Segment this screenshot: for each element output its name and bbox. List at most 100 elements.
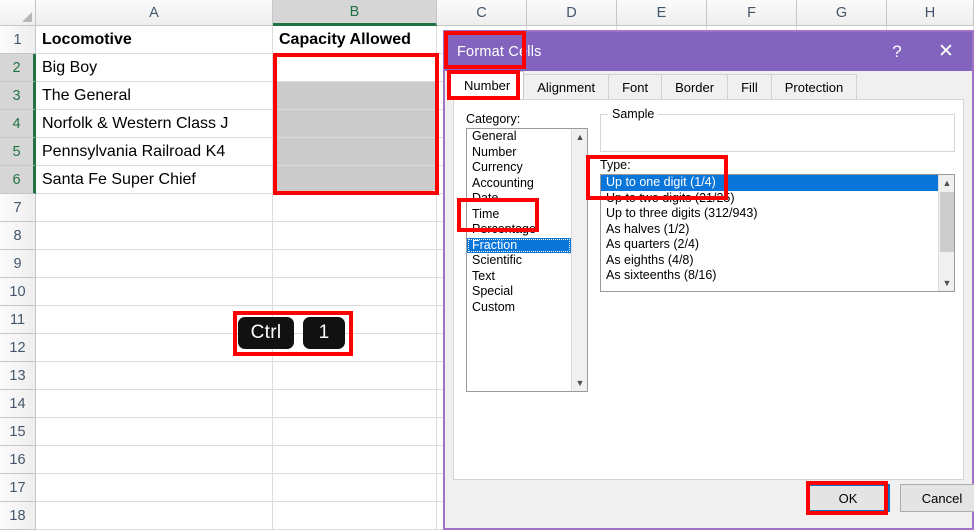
- cell-A8[interactable]: [36, 222, 273, 250]
- tab-alignment[interactable]: Alignment: [523, 74, 610, 99]
- cell-A17[interactable]: [36, 474, 273, 502]
- type-item[interactable]: As sixteenths (8/16): [601, 268, 938, 284]
- select-all-triangle-icon: [22, 12, 32, 22]
- row-header-17[interactable]: 17: [0, 474, 36, 502]
- type-scrollbar[interactable]: ▲ ▼: [938, 175, 954, 291]
- row-header-3[interactable]: 3: [0, 82, 36, 110]
- cancel-button[interactable]: Cancel: [900, 484, 974, 512]
- category-item-special[interactable]: Special: [467, 284, 571, 300]
- fill-handle[interactable]: [433, 190, 439, 196]
- row-header-9[interactable]: 9: [0, 250, 36, 278]
- close-icon[interactable]: ✕: [920, 32, 972, 71]
- type-item[interactable]: Up to three digits (312/943): [601, 206, 938, 222]
- row-header-14[interactable]: 14: [0, 390, 36, 418]
- cell-A18[interactable]: [36, 502, 273, 530]
- tab-number[interactable]: Number: [450, 71, 525, 99]
- category-label: Category:: [466, 112, 521, 126]
- category-item-text[interactable]: Text: [467, 269, 571, 285]
- category-item-general[interactable]: General: [467, 129, 571, 145]
- type-items: Up to one digit (1/4) Up to two digits (2…: [601, 175, 938, 291]
- row-header-2[interactable]: 2: [0, 54, 36, 82]
- type-listbox[interactable]: Up to one digit (1/4) Up to two digits (2…: [600, 174, 955, 292]
- row-header-7[interactable]: 7: [0, 194, 36, 222]
- type-item[interactable]: As halves (1/2): [601, 222, 938, 238]
- type-item[interactable]: Up to two digits (21/25): [601, 191, 938, 207]
- row-header-5[interactable]: 5: [0, 138, 36, 166]
- dialog-tabs: Number Alignment Font Border Fill Protection: [445, 71, 972, 99]
- tab-font[interactable]: Font: [608, 74, 663, 99]
- tab-protection[interactable]: Protection: [770, 74, 858, 99]
- cell-B7[interactable]: [273, 194, 437, 222]
- column-header-g[interactable]: G: [797, 0, 887, 26]
- category-scrollbar[interactable]: ▲ ▼: [571, 129, 587, 391]
- row-header-10[interactable]: 10: [0, 278, 36, 306]
- cell-B14[interactable]: [273, 390, 437, 418]
- cell-A15[interactable]: [36, 418, 273, 446]
- category-item-currency[interactable]: Currency: [467, 160, 571, 176]
- category-items: General Number Currency Accounting Date Time P…: [467, 129, 571, 391]
- column-header-e[interactable]: E: [617, 0, 707, 26]
- cell-B13[interactable]: [273, 362, 437, 390]
- tab-border[interactable]: Border: [661, 74, 729, 99]
- cell-text-A6: Santa Fe Super Chief: [42, 171, 196, 188]
- cell-B16[interactable]: [273, 446, 437, 474]
- cell-B15[interactable]: [273, 418, 437, 446]
- column-header-h[interactable]: H: [887, 0, 974, 26]
- scroll-down-icon[interactable]: ▼: [572, 375, 587, 391]
- row-header-11[interactable]: 11: [0, 306, 36, 334]
- category-item-scientific[interactable]: Scientific: [467, 253, 571, 269]
- cell-B12[interactable]: [273, 334, 437, 362]
- type-scroll-thumb[interactable]: [940, 192, 954, 252]
- row-header-16[interactable]: 16: [0, 446, 36, 474]
- column-header-d[interactable]: D: [527, 0, 617, 26]
- help-icon[interactable]: ?: [874, 32, 920, 71]
- column-header-b[interactable]: B: [273, 0, 437, 26]
- row-header-18[interactable]: 18: [0, 502, 36, 530]
- type-scroll-up-icon[interactable]: ▲: [939, 175, 954, 191]
- type-item[interactable]: As quarters (2/4): [601, 237, 938, 253]
- column-header-c[interactable]: C: [437, 0, 527, 26]
- category-item-custom[interactable]: Custom: [467, 300, 571, 316]
- cell-A7[interactable]: [36, 194, 273, 222]
- cell-text-A1: Locomotive: [42, 31, 132, 48]
- cell-A10[interactable]: [36, 278, 273, 306]
- row-header-13[interactable]: 13: [0, 362, 36, 390]
- cell-B18[interactable]: [273, 502, 437, 530]
- cell-B8[interactable]: [273, 222, 437, 250]
- row-header-12[interactable]: 12: [0, 334, 36, 362]
- column-header-a[interactable]: A: [36, 0, 273, 26]
- cell-A14[interactable]: [36, 390, 273, 418]
- select-all-corner[interactable]: [0, 0, 36, 26]
- tab-fill[interactable]: Fill: [727, 74, 772, 99]
- row-header-4[interactable]: 4: [0, 110, 36, 138]
- type-scroll-down-icon[interactable]: ▼: [939, 275, 954, 291]
- row-header-8[interactable]: 8: [0, 222, 36, 250]
- category-item-time[interactable]: Time: [467, 207, 571, 223]
- category-item-percentage[interactable]: Percentage: [467, 222, 571, 238]
- type-item[interactable]: Up to one digit (1/4): [601, 175, 938, 191]
- cell-B9[interactable]: [273, 250, 437, 278]
- cell-B11[interactable]: [273, 306, 437, 334]
- cell-A16[interactable]: [36, 446, 273, 474]
- category-item-date[interactable]: Date: [467, 191, 571, 207]
- cell-B17[interactable]: [273, 474, 437, 502]
- dialog-title: Format Cells: [457, 43, 542, 60]
- ok-button[interactable]: OK: [806, 484, 890, 512]
- row-header-1[interactable]: 1: [0, 26, 36, 54]
- screenshot-root: ABCDEFGH 1 2 3 4 5 6 7 8 9 10 11 12 13 14 15 16 17 18 Loc…: [0, 0, 974, 530]
- cell-B10[interactable]: [273, 278, 437, 306]
- category-item-accounting[interactable]: Accounting: [467, 176, 571, 192]
- sample-label: Sample: [608, 107, 659, 121]
- scroll-up-icon[interactable]: ▲: [572, 129, 587, 145]
- row-header-6[interactable]: 6: [0, 166, 36, 194]
- type-item[interactable]: As eighths (4/8): [601, 253, 938, 269]
- keycap-1: 1: [303, 317, 345, 349]
- cell-text-A5: Pennsylvania Railroad K4: [42, 143, 226, 160]
- category-item-fraction[interactable]: Fraction: [467, 237, 571, 253]
- column-header-f[interactable]: F: [707, 0, 797, 26]
- category-item-number[interactable]: Number: [467, 145, 571, 161]
- category-listbox[interactable]: General Number Currency Accounting Date Time P…: [466, 128, 588, 392]
- cell-A9[interactable]: [36, 250, 273, 278]
- row-header-15[interactable]: 15: [0, 418, 36, 446]
- cell-A13[interactable]: [36, 362, 273, 390]
